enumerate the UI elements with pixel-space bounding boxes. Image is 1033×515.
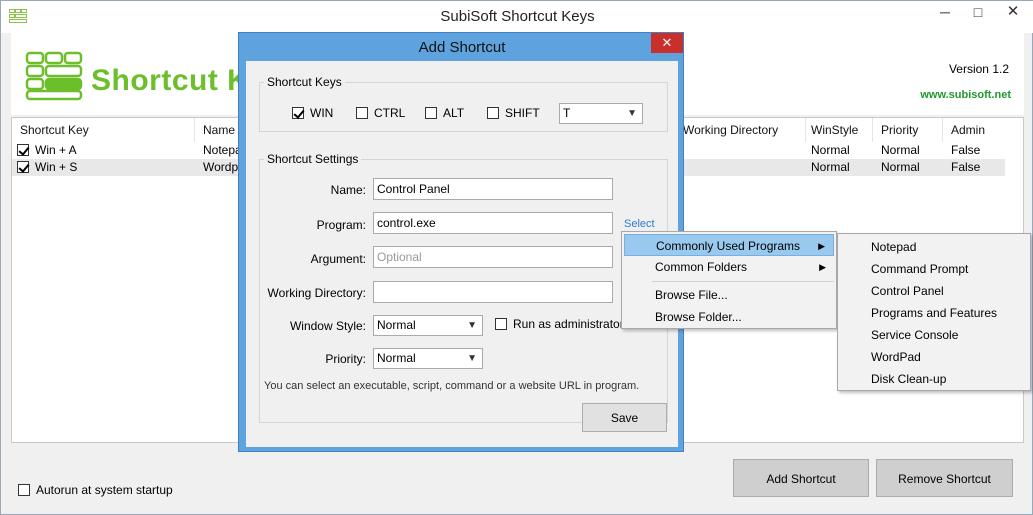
program-field[interactable]: control.exe: [373, 212, 613, 234]
logo-icon: [25, 51, 83, 101]
admin-cell: False: [951, 143, 981, 157]
autorun-option[interactable]: Autorun at system startup: [18, 483, 173, 497]
submenu-item-wordpad[interactable]: WordPad: [840, 346, 1028, 368]
row-checkbox[interactable]: [17, 143, 29, 156]
ctrl-label: CTRL: [374, 106, 406, 120]
run-as-admin-option[interactable]: Run as administrator: [495, 317, 624, 331]
dialog-body: Shortcut Keys WIN CTRL ALT SHIFT T ▼ Shor…: [246, 61, 678, 447]
admin-cell: False: [951, 160, 981, 174]
column-header-priority[interactable]: Priority: [873, 118, 943, 142]
winstyle-cell: Normal: [811, 143, 850, 157]
version-label: Version 1.2: [948, 62, 1009, 76]
dialog-close-button[interactable]: ✕: [651, 33, 683, 53]
programs-submenu: Notepad Command Prompt Control Panel Pro…: [837, 233, 1031, 391]
alt-label: ALT: [443, 106, 465, 120]
add-shortcut-button[interactable]: Add Shortcut: [733, 459, 869, 497]
priority-cell: Normal: [881, 143, 920, 157]
key-select[interactable]: T ▼: [559, 103, 643, 124]
chevron-down-icon: ▼: [467, 320, 477, 331]
priority-cell: Normal: [881, 160, 920, 174]
submenu-item-control-panel[interactable]: Control Panel: [840, 280, 1028, 302]
column-header-working-directory[interactable]: Working Directory: [675, 118, 806, 142]
run-as-admin-checkbox[interactable]: [495, 317, 507, 330]
program-hint: You can select an executable, script, co…: [264, 380, 640, 392]
add-shortcut-dialog: Add Shortcut ✕ Shortcut Keys WIN CTRL AL…: [238, 32, 684, 452]
priority-select[interactable]: Normal ▼: [373, 348, 483, 369]
column-header-winstyle[interactable]: WinStyle: [803, 118, 873, 142]
program-label: Program:: [316, 218, 366, 232]
chevron-down-icon: ▼: [627, 108, 637, 119]
submenu-item-programs-and-features[interactable]: Programs and Features: [840, 302, 1028, 324]
autorun-label: Autorun at system startup: [36, 483, 173, 497]
minimize-button[interactable]: ─: [929, 1, 961, 25]
shift-checkbox[interactable]: [487, 106, 499, 119]
shift-option[interactable]: SHIFT: [487, 106, 540, 120]
select-context-menu: Commonly Used Programs ▶ Common Folders ▶ …: [621, 231, 837, 329]
select-program-link[interactable]: Select: [624, 218, 655, 230]
alt-checkbox[interactable]: [425, 106, 437, 119]
window-style-value: Normal: [377, 318, 416, 332]
dialog-title: Add Shortcut: [418, 39, 506, 56]
menu-item-commonly-used-programs[interactable]: Commonly Used Programs ▶: [624, 234, 834, 256]
menu-separator: [652, 281, 834, 282]
submenu-item-disk-cleanup[interactable]: Disk Clean-up: [840, 368, 1028, 390]
win-checkbox[interactable]: [292, 106, 304, 119]
run-as-admin-label: Run as administrator: [513, 317, 624, 331]
website-link[interactable]: www.subisoft.net: [881, 89, 1011, 101]
name-label: Name:: [330, 183, 366, 197]
column-header-shortcut-key[interactable]: Shortcut Key: [12, 118, 195, 142]
priority-value: Normal: [377, 351, 416, 365]
maximize-button[interactable]: □: [962, 1, 994, 25]
column-header-admin[interactable]: Admin: [943, 118, 1005, 142]
chevron-down-icon: ▼: [467, 353, 477, 364]
submenu-item-notepad[interactable]: Notepad: [840, 236, 1028, 258]
row-checkbox[interactable]: [17, 160, 29, 173]
title-bar: SubiSoft Shortcut Keys ─ □ ✕: [1, 1, 1033, 33]
argument-field[interactable]: Optional: [373, 246, 613, 268]
shortcut-settings-group-label: Shortcut Settings: [264, 152, 362, 166]
submenu-item-command-prompt[interactable]: Command Prompt: [840, 258, 1028, 280]
window-title: SubiSoft Shortcut Keys: [440, 8, 595, 25]
chevron-right-icon: ▶: [819, 262, 826, 272]
winstyle-cell: Normal: [811, 160, 850, 174]
ctrl-checkbox[interactable]: [356, 106, 368, 119]
window-style-select[interactable]: Normal ▼: [373, 315, 483, 336]
menu-item-browse-file[interactable]: Browse File...: [624, 284, 834, 306]
shortcut-keys-group-label: Shortcut Keys: [264, 75, 345, 89]
shift-label: SHIFT: [505, 106, 540, 120]
chevron-right-icon: ▶: [818, 241, 825, 251]
close-button[interactable]: ✕: [993, 1, 1033, 25]
working-directory-field[interactable]: [373, 281, 613, 303]
menu-item-browse-folder[interactable]: Browse Folder...: [624, 306, 834, 328]
menu-item-common-folders[interactable]: Common Folders ▶: [624, 256, 834, 278]
remove-shortcut-button[interactable]: Remove Shortcut: [876, 459, 1013, 497]
window-style-label: Window Style:: [289, 319, 366, 333]
shortcut-key: Win + A: [35, 143, 77, 157]
autorun-checkbox[interactable]: [18, 483, 30, 496]
ctrl-option[interactable]: CTRL: [356, 106, 405, 120]
submenu-item-service-console[interactable]: Service Console: [840, 324, 1028, 346]
name-field[interactable]: Control Panel: [373, 178, 613, 200]
working-directory-label: Working Directory:: [267, 286, 366, 300]
win-option[interactable]: WIN: [292, 106, 333, 120]
argument-label: Argument:: [310, 252, 366, 266]
save-button[interactable]: Save: [582, 403, 667, 432]
key-select-value: T: [563, 106, 571, 120]
win-label: WIN: [310, 106, 334, 120]
shortcut-key: Win + S: [35, 160, 78, 174]
priority-label: Priority:: [325, 352, 366, 366]
alt-option[interactable]: ALT: [425, 106, 464, 120]
